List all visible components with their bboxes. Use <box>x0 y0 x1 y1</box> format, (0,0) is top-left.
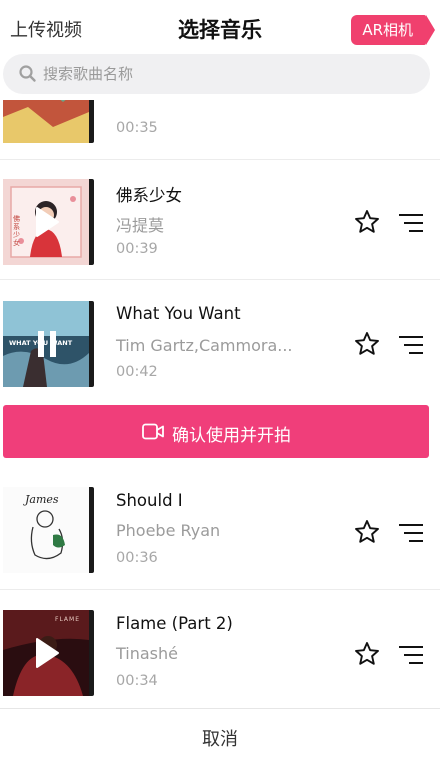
play-icon[interactable] <box>34 637 60 669</box>
header: 上传视频 选择音乐 AR相机 <box>0 0 440 56</box>
song-duration: 00:42 <box>116 364 158 380</box>
album-cover[interactable]: 佛系少女 <box>3 179 89 265</box>
album-cover[interactable]: James <box>3 487 89 573</box>
song-row[interactable]: James Should I Phoebe Ryan 00:36 <box>0 470 440 590</box>
song-title: 佛系少女 <box>116 186 182 205</box>
star-outline-icon[interactable] <box>354 641 380 667</box>
song-row[interactable]: FLAME Flame (Part 2) Tinashé 00:34 <box>0 592 440 700</box>
song-duration: 00:35 <box>116 120 158 136</box>
list-menu-icon[interactable] <box>398 644 424 666</box>
album-cover[interactable]: WHAT YOU WANT <box>3 301 89 387</box>
list-menu-icon[interactable] <box>398 212 424 234</box>
album-cover[interactable] <box>3 100 89 143</box>
song-title: Flame (Part 2) <box>116 614 233 633</box>
vinyl-disc-edge <box>89 179 94 265</box>
cover-tag: James <box>25 493 59 506</box>
song-title: What You Want <box>116 304 241 323</box>
pause-icon[interactable] <box>34 328 60 360</box>
confirm-button-label: 确认使用并开拍 <box>172 426 291 446</box>
cancel-button[interactable]: 取消 <box>0 725 440 751</box>
confirm-use-button[interactable]: 确认使用并开拍 <box>3 405 429 458</box>
song-list[interactable]: 00:35 佛系少女 佛系少女 冯提莫 00:39 WHAT WANT What… <box>0 100 440 700</box>
cover-caption: 佛系少女 <box>13 215 20 247</box>
list-menu-icon[interactable] <box>398 522 424 544</box>
song-artist: Tinashé <box>116 644 178 663</box>
vinyl-disc-edge <box>89 610 94 696</box>
star-outline-icon[interactable] <box>354 519 380 545</box>
vinyl-disc-edge <box>89 487 94 573</box>
vinyl-disc-edge <box>89 100 94 143</box>
star-outline-icon[interactable] <box>354 331 380 357</box>
list-menu-icon[interactable] <box>398 334 424 356</box>
song-artist: 冯提莫 <box>116 216 165 235</box>
song-artist: Phoebe Ryan <box>116 521 221 540</box>
song-duration: 00:34 <box>116 673 158 689</box>
song-row[interactable]: 佛系少女 佛系少女 冯提莫 00:39 <box>0 160 440 280</box>
video-camera-icon <box>142 423 164 440</box>
song-artist: Tim Gartz,Cammora... <box>116 336 293 355</box>
cover-tag: FLAME <box>55 616 81 623</box>
song-duration: 00:39 <box>116 241 158 257</box>
cancel-bar: 取消 <box>0 708 440 766</box>
song-title: Should I <box>116 491 183 510</box>
vinyl-disc-edge <box>89 301 94 387</box>
star-outline-icon[interactable] <box>354 209 380 235</box>
ar-camera-button[interactable]: AR相机 <box>351 15 435 45</box>
song-duration: 00:36 <box>116 550 158 566</box>
song-row[interactable]: WHAT YOU WANT What You Want Tim Gartz,Ca… <box>0 282 440 402</box>
album-cover[interactable]: FLAME <box>3 610 89 696</box>
search-bar[interactable] <box>3 54 430 94</box>
search-icon <box>19 65 36 82</box>
play-icon[interactable] <box>34 206 60 238</box>
search-input[interactable] <box>43 54 403 94</box>
song-row[interactable]: 00:35 <box>0 100 440 160</box>
